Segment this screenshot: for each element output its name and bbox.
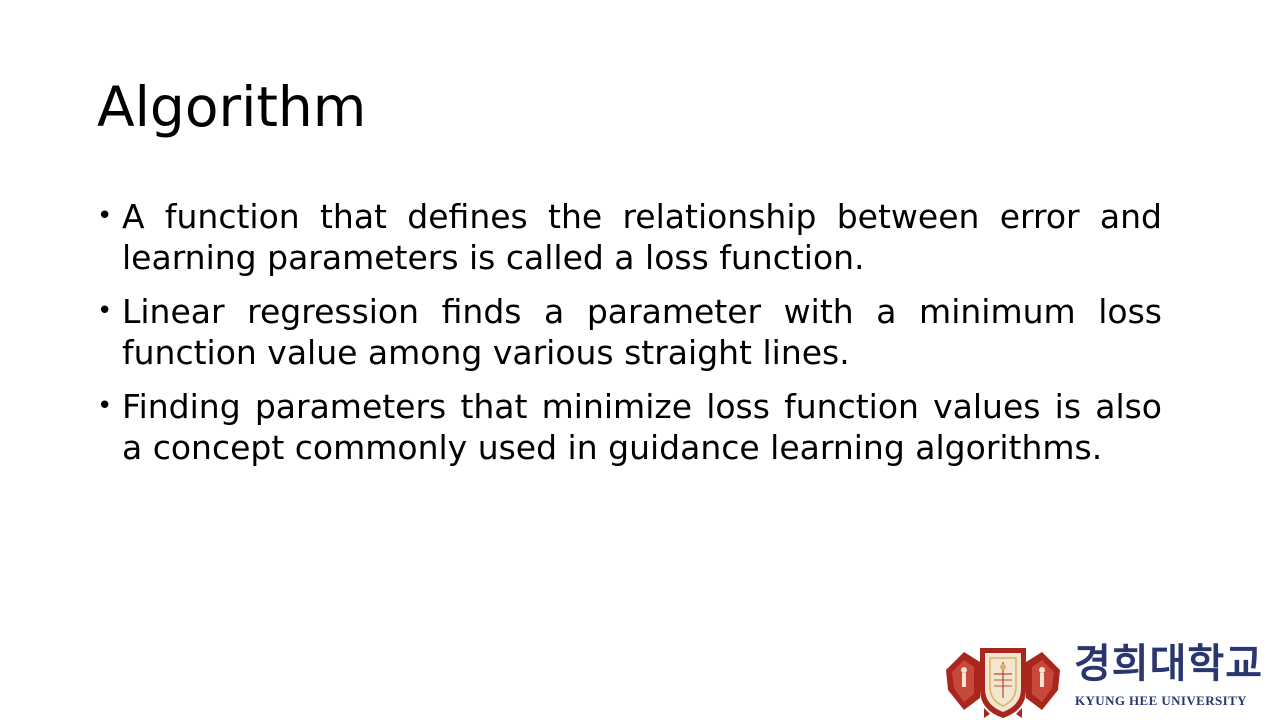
university-logo: 경희대학교 KYUNG HEE UNIVERSITY (944, 640, 1270, 718)
slide: Algorithm • A function that defines the … (0, 0, 1280, 720)
bullet-text: Linear regression finds a parameter with… (122, 292, 1162, 372)
bullet-marker: • (97, 391, 113, 421)
bullet-marker: • (97, 201, 113, 231)
university-name-korean: 경희대학교 (1074, 641, 1263, 687)
bullet-item: • Linear regression finds a parameter wi… (97, 291, 1162, 373)
bullet-marker: • (97, 296, 113, 326)
slide-title: Algorithm (97, 75, 367, 139)
bullet-item: • Finding parameters that minimize loss … (97, 386, 1162, 468)
university-seal-icon (946, 648, 1060, 718)
bullet-item: • A function that defines the relationsh… (97, 196, 1162, 278)
university-name-english: KYUNG HEE UNIVERSITY (1075, 693, 1247, 708)
bullet-list: • A function that defines the relationsh… (97, 196, 1162, 481)
bullet-text: A function that defines the relationship… (122, 197, 1162, 277)
bullet-text: Finding parameters that minimize loss fu… (122, 387, 1162, 467)
